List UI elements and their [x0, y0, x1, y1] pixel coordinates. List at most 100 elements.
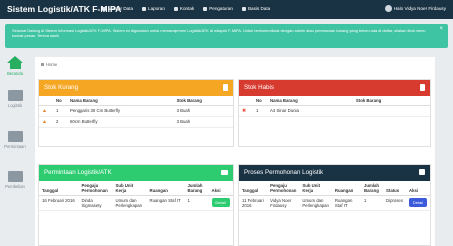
cell-pengaju: Vidya Noer Firdausy [267, 195, 300, 211]
cell-jumlah: 1 [184, 195, 209, 211]
gear-icon [203, 6, 208, 11]
envelope-icon [221, 170, 228, 175]
cell-stok: 3 Buah [173, 105, 233, 117]
sidebar-item-pembelian[interactable]: Pembelian [0, 171, 30, 189]
panel-header: Proses Permohonan Logistik [239, 165, 430, 181]
home-icon-base [9, 63, 21, 69]
sidebar: Beranda Logistik Permintaan Pembelian [0, 54, 30, 246]
breadcrumb-home[interactable]: Home [46, 62, 57, 67]
sidebar-item-logistik[interactable]: Logistik [0, 90, 30, 108]
col-pengaju: Pengaju Permohonan [267, 181, 300, 196]
top-navbar: Sistem Logistik/ATK F-MIPA Master Data L… [0, 0, 453, 19]
proses-table: Tanggal Pengaju Permohonan Sub Unit Kerj… [239, 181, 430, 211]
cell-nama: A4 Sinar Dunia [267, 105, 353, 117]
cell-tanggal: 16 Februari 2016 [39, 195, 79, 211]
cell-stok: 3 Buah [173, 116, 233, 128]
cell-aksi: Detail [405, 195, 430, 211]
detail-button[interactable]: Detail [408, 198, 427, 207]
user-menu[interactable]: Halo Vidya Noer Firdausy [384, 5, 446, 12]
col-stok: Stok Barang [352, 96, 430, 106]
table-row: ✖ 1 A4 Sinar Dunia [239, 105, 430, 117]
briefcase-icon [7, 90, 23, 101]
panel-proses: Proses Permohonan Logistik Tanggal Penga… [238, 164, 431, 246]
nav-label: Master Data [108, 6, 134, 11]
col-unit: Sub Unit Kerja [112, 181, 147, 196]
close-icon[interactable]: × [439, 26, 443, 32]
sidebar-item-label: Beranda [7, 71, 23, 76]
checkbox-icon [419, 169, 425, 175]
col-no: No [253, 96, 267, 106]
col-ruangan: Ruangan [146, 181, 185, 196]
cell-nama: Penggaris 30 Cm Butterfly [67, 105, 174, 117]
nav-master-data[interactable]: Master Data [102, 6, 133, 11]
col-icon [239, 96, 253, 106]
home-icon [41, 63, 44, 66]
col-pengaju: Pengaju Permohonan [78, 181, 113, 196]
col-status: Status [383, 181, 406, 196]
permintaan-table: Tanggal Pengaju Permohonan Sub Unit Kerj… [39, 181, 233, 211]
breadcrumb: Home [41, 62, 57, 67]
table-header-row: Tanggal Pengaju Permohonan Sub Unit Kerj… [239, 181, 430, 196]
cell-aksi: Detail [208, 195, 233, 211]
col-unit: Sub Unit Kerja [299, 181, 332, 196]
nav-pengaturan[interactable]: Pengaturan [203, 6, 233, 11]
warning-icon: ▲ [39, 116, 53, 128]
main-content: Home Stok Kurang No Nama Barang Stok Bar… [35, 57, 435, 246]
sidebar-item-label: Logistik [7, 103, 23, 108]
nav-label: Pengaturan [209, 6, 233, 11]
table-header-row: No Nama Barang Stok Barang [239, 96, 430, 106]
col-jumlah: Jumlah Barang [361, 181, 384, 196]
cell-unit: Umum dan Perlengkapan [299, 195, 332, 211]
col-ruangan: Ruangan [331, 181, 362, 196]
panel-header: Stok Habis [239, 80, 430, 96]
table-header-row: Tanggal Pengaju Permohonan Sub Unit Kerj… [39, 181, 233, 196]
error-icon: ✖ [239, 105, 253, 117]
cell-no: 2 [53, 116, 67, 128]
nav-label: Laporan [148, 6, 165, 11]
table-header-row: No Nama Barang Stok Barang [39, 96, 233, 106]
cell-stok [352, 105, 430, 117]
panel-header: Stok Kurang [39, 80, 233, 96]
database-icon [241, 6, 246, 11]
nav-basis-data[interactable]: Basis Data [241, 6, 271, 11]
table-row: 11 Februari 2016 Vidya Noer Firdausy Umu… [239, 195, 430, 211]
print-icon [142, 6, 147, 11]
alert-text: Selamat Datang di Sistem Informasi Logis… [12, 28, 426, 38]
col-icon [39, 96, 53, 106]
nav-label: Kontak [179, 6, 195, 11]
cell-jumlah: 1 [361, 195, 384, 211]
nav-label: Basis Data [247, 6, 271, 11]
detail-button[interactable]: Detail [211, 198, 230, 207]
cell-no: 1 [53, 105, 67, 117]
sidebar-item-label: Pembelian [5, 184, 25, 189]
inbox-icon [7, 131, 23, 142]
stok-habis-table: No Nama Barang Stok Barang ✖ 1 A4 Sinar … [239, 96, 430, 117]
welcome-alert: Selamat Datang di Sistem Informasi Logis… [5, 24, 448, 48]
sidebar-item-beranda[interactable]: Beranda [0, 56, 30, 76]
cell-no: 1 [253, 105, 267, 117]
home-icon [7, 56, 23, 63]
col-aksi: Aksi [208, 181, 233, 196]
info-icon [223, 84, 228, 91]
main-nav: Master Data Laporan Kontak Pengaturan Ba… [102, 6, 279, 11]
contact-icon [173, 6, 178, 11]
nav-laporan[interactable]: Laporan [142, 6, 165, 11]
cell-pengaju: Dinda Sigmasety [78, 195, 113, 211]
panel-title: Stok Habis [244, 84, 274, 91]
warning-icon: ▲ [39, 105, 53, 117]
panel-stok-kurang: Stok Kurang No Nama Barang Stok Barang ▲… [38, 79, 234, 147]
panel-title: Permintaan Logistik/ATK [44, 169, 112, 176]
panel-title: Proses Permohonan Logistik [244, 169, 324, 176]
user-greeting: Halo Vidya Noer Firdausy [393, 6, 446, 11]
col-nama: Nama Barang [267, 96, 353, 106]
panel-permintaan: Permintaan Logistik/ATK Tanggal Pengaju … [38, 164, 234, 246]
col-aksi: Aksi [405, 181, 430, 196]
panel-title: Stok Kurang [44, 84, 79, 91]
cell-unit: Umum dan Perlengkapan [112, 195, 147, 211]
nav-kontak[interactable]: Kontak [173, 6, 195, 11]
stok-kurang-table: No Nama Barang Stok Barang ▲ 1 Penggaris… [39, 96, 233, 128]
sidebar-item-permintaan[interactable]: Permintaan [0, 131, 30, 149]
table-row: 16 Februari 2016 Dinda Sigmasety Umum da… [39, 195, 233, 211]
cell-ruangan: Ruangan Staf IT [146, 195, 185, 211]
col-nama: Nama Barang [67, 96, 174, 106]
